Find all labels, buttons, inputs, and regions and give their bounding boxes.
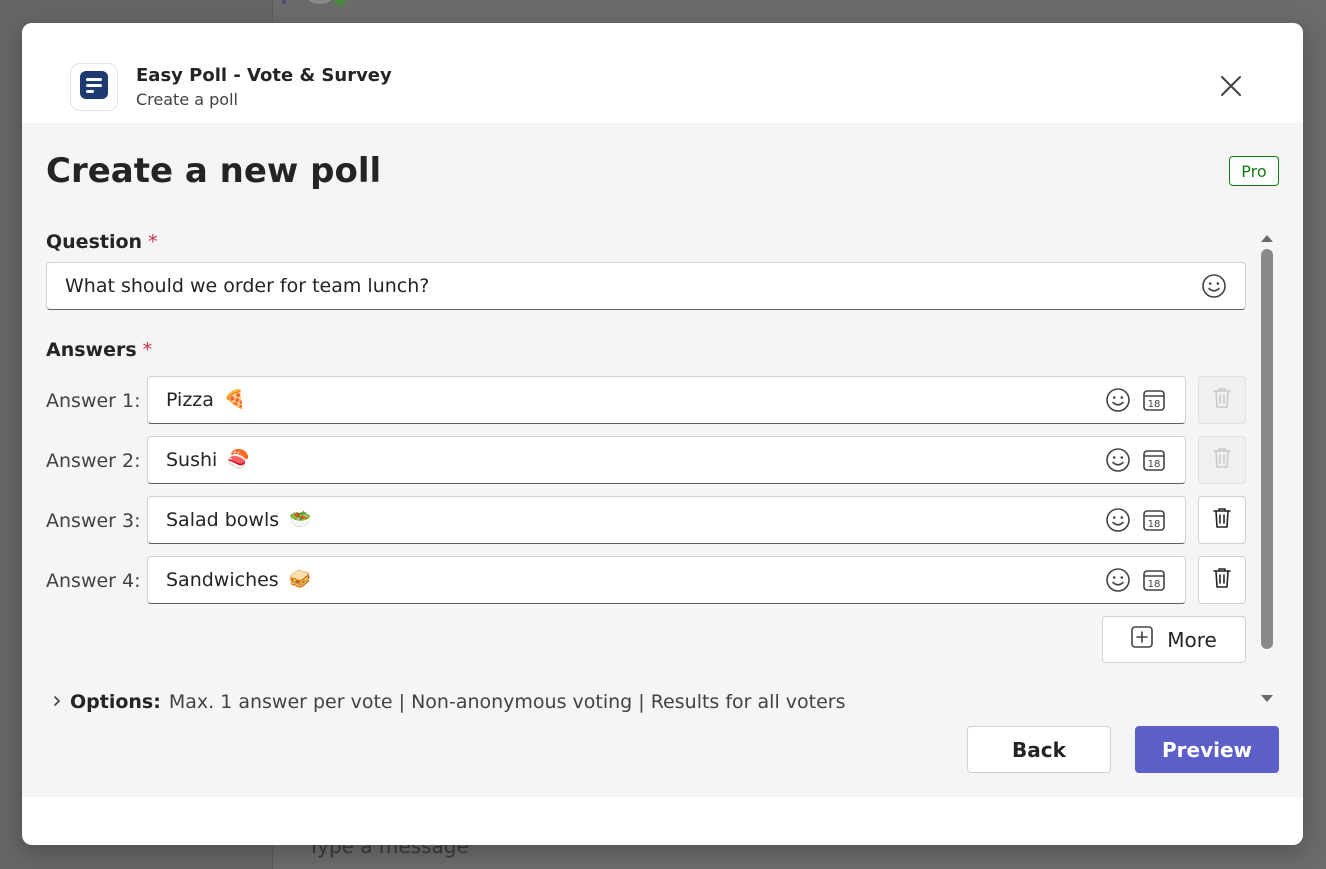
more-label: More (1167, 627, 1217, 652)
answer-emoji: 🍕 (223, 389, 247, 410)
close-button[interactable] (1216, 73, 1246, 103)
scroll-down-icon[interactable] (1260, 689, 1274, 708)
close-icon (1220, 75, 1242, 101)
poll-form: Question * What should we order for team … (46, 223, 1256, 803)
answer-tools: 18 (1105, 437, 1167, 483)
answer-label: Answer 4: (46, 570, 141, 592)
question-label-text: Question (46, 231, 143, 253)
dialog-body: Create a new poll Pro Question * What sho… (22, 123, 1303, 797)
list-document-icon (79, 70, 109, 104)
answer-value: Sushi 🍣 (148, 449, 250, 471)
pro-badge: Pro (1229, 156, 1279, 186)
background-indicator (282, 0, 286, 4)
answer-text: Sushi (166, 449, 218, 471)
dialog-header: Easy Poll - Vote & Survey Create a poll (22, 23, 1303, 123)
delete-answer-button[interactable] (1198, 556, 1246, 604)
answer-input[interactable]: Salad bowls 🥗 18 (147, 496, 1186, 544)
emoji-smile-icon[interactable] (1105, 507, 1131, 533)
calendar-day: 18 (1148, 579, 1161, 590)
answers-label: Answers * (46, 339, 152, 361)
options-title: Options: (70, 691, 161, 713)
emoji-smile-icon[interactable] (1201, 273, 1227, 299)
emoji-smile-icon[interactable] (1105, 567, 1131, 593)
scroll-up-icon[interactable] (1260, 228, 1274, 247)
question-label: Question * (46, 231, 158, 253)
trash-icon (1211, 506, 1233, 534)
form-scrollbar[interactable] (1258, 223, 1276, 707)
app-logo (70, 63, 118, 111)
page-title: Create a new poll (46, 151, 382, 191)
calendar-day: 18 (1148, 459, 1161, 470)
delete-answer-button[interactable] (1198, 376, 1246, 424)
answer-value: Sandwiches 🥪 (148, 569, 311, 591)
question-value: What should we order for team lunch? (65, 275, 430, 297)
answer-tools: 18 (1105, 377, 1167, 423)
dialog-subtitle: Create a poll (136, 90, 238, 109)
answer-tools: 18 (1105, 557, 1167, 603)
add-square-icon (1131, 626, 1154, 653)
answers-label-text: Answers (46, 339, 137, 361)
trash-icon (1211, 446, 1233, 474)
calendar-icon[interactable]: 18 (1141, 447, 1167, 473)
answer-emoji: 🥗 (289, 509, 312, 530)
answer-text: Salad bowls (166, 509, 280, 531)
scrollbar-thumb[interactable] (1261, 249, 1273, 649)
calendar-icon[interactable]: 18 (1141, 387, 1167, 413)
answer-value: Pizza 🍕 (148, 389, 246, 411)
answer-emoji: 🥪 (288, 569, 312, 590)
preview-button[interactable]: Preview (1135, 726, 1279, 773)
delete-answer-button[interactable] (1198, 436, 1246, 484)
answer-value: Salad bowls 🥗 (148, 509, 312, 531)
options-toggle[interactable]: Options: Max. 1 answer per vote | Non-an… (52, 691, 845, 713)
create-poll-dialog: Easy Poll - Vote & Survey Create a poll … (22, 23, 1303, 845)
options-summary: Max. 1 answer per vote | Non-anonymous v… (168, 691, 846, 713)
delete-answer-button[interactable] (1198, 496, 1246, 544)
required-marker: * (148, 231, 158, 253)
calendar-day: 18 (1148, 519, 1161, 530)
answer-text: Sandwiches (166, 569, 279, 591)
presence-dot (334, 0, 346, 6)
calendar-day: 18 (1148, 399, 1161, 410)
answer-input[interactable]: Sandwiches 🥪 18 (147, 556, 1186, 604)
background-avatar (306, 0, 334, 4)
trash-icon (1211, 566, 1233, 594)
answer-text: Pizza (166, 389, 214, 411)
answer-tools: 18 (1105, 497, 1167, 543)
answer-input[interactable]: Sushi 🍣 18 (147, 436, 1186, 484)
question-tools (1201, 263, 1227, 309)
app-name: Easy Poll - Vote & Survey (136, 65, 392, 86)
question-input[interactable]: What should we order for team lunch? (46, 262, 1246, 310)
answer-emoji: 🍣 (227, 449, 250, 470)
emoji-smile-icon[interactable] (1105, 387, 1131, 413)
answer-label: Answer 1: (46, 390, 141, 412)
calendar-icon[interactable]: 18 (1141, 507, 1167, 533)
calendar-icon[interactable]: 18 (1141, 567, 1167, 593)
answer-input[interactable]: Pizza 🍕 18 (147, 376, 1186, 424)
chevron-right-icon (52, 691, 62, 713)
trash-icon (1211, 386, 1233, 414)
emoji-smile-icon[interactable] (1105, 447, 1131, 473)
back-button[interactable]: Back (967, 726, 1111, 773)
answer-label: Answer 3: (46, 510, 141, 532)
required-marker: * (142, 339, 153, 361)
answer-label: Answer 2: (46, 450, 141, 472)
add-answer-button[interactable]: More (1102, 616, 1246, 663)
